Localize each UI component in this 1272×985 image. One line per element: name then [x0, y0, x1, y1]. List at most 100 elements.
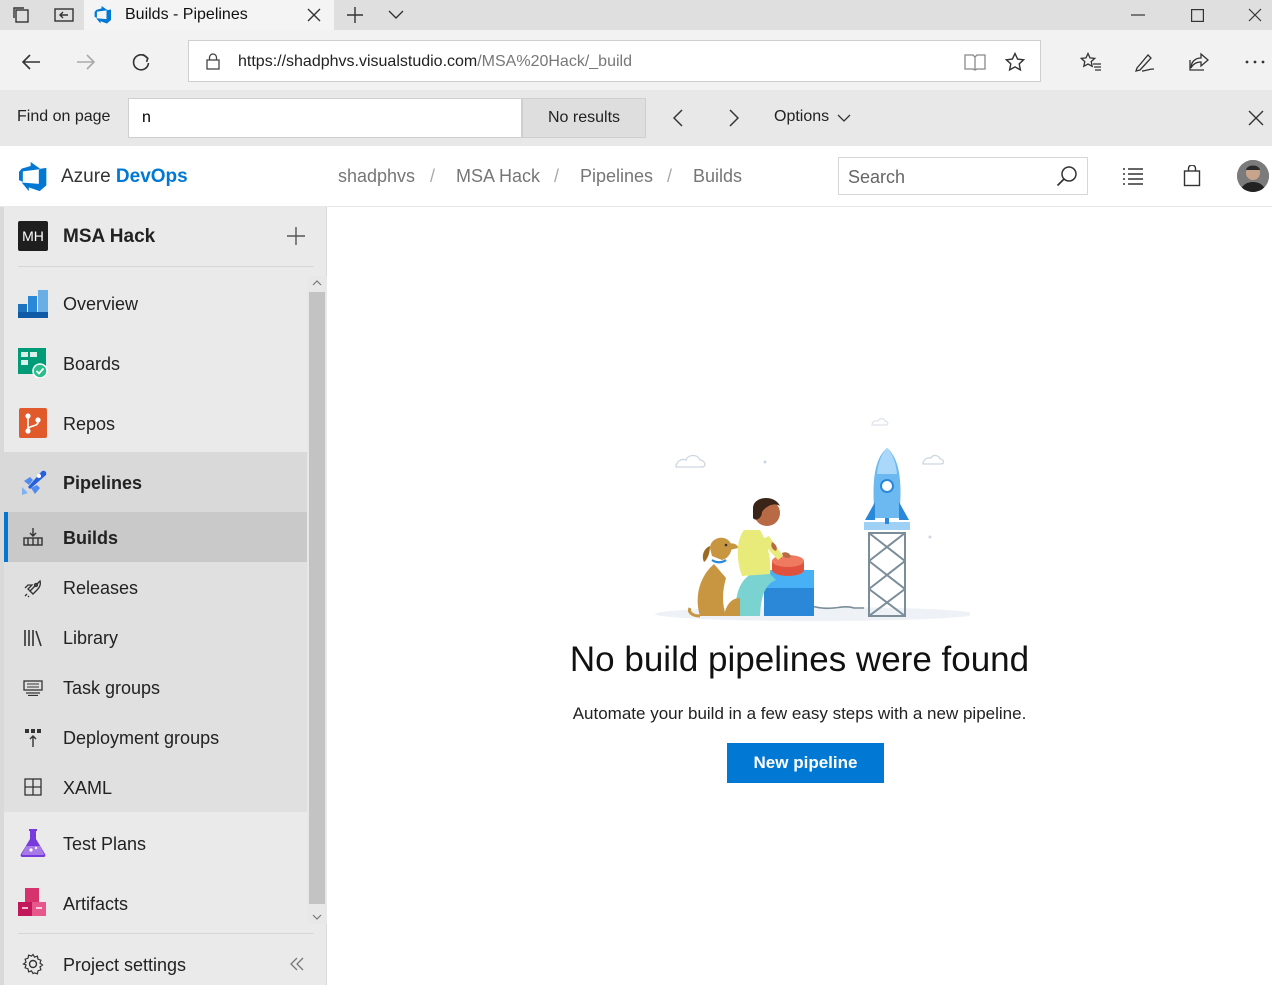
sidebar-item-label: Deployment groups [63, 728, 220, 748]
sidebar-divider [18, 266, 314, 267]
library-icon [21, 627, 45, 649]
sidebar-item-pipelines[interactable]: Pipelines [4, 452, 307, 512]
options-chevron-down-icon [836, 110, 852, 126]
breadcrumb-builds[interactable]: Builds [693, 166, 742, 187]
breadcrumb-separator: / [430, 166, 436, 186]
breadcrumb-project[interactable]: MSA Hack [456, 166, 540, 187]
more-options-ellipsis-icon[interactable] [1242, 50, 1268, 74]
find-on-page-label: Find on page [17, 108, 111, 125]
url-host: https://shadphvs.visualstudio.com [238, 53, 478, 70]
overview-icon [17, 288, 49, 320]
scroll-up-chevron-icon[interactable] [309, 276, 325, 290]
project-avatar: MH [18, 221, 48, 251]
sidebar-item-label: Boards [63, 354, 121, 374]
sidebar-item-label: Overview [63, 294, 139, 314]
sidebar-item-label: Repos [63, 414, 116, 434]
sidebar-item-library[interactable]: Library [4, 614, 307, 664]
share-icon[interactable] [1186, 50, 1212, 74]
find-input[interactable] [128, 98, 522, 138]
sidebar-item-label: Releases [63, 578, 139, 598]
project-name[interactable]: MSA Hack [63, 226, 155, 248]
close-tab-icon[interactable] [303, 4, 325, 26]
empty-state-illustration [640, 410, 970, 624]
artifacts-icon [17, 887, 49, 919]
breadcrumb-organization[interactable]: shadphvs [338, 166, 415, 187]
sidebar-item-label: Pipelines [63, 473, 143, 493]
add-icon[interactable] [285, 225, 307, 247]
sidebar-item-repos[interactable]: Repos [4, 396, 307, 452]
sidebar-item-releases[interactable]: Releases [4, 564, 307, 614]
brand-name[interactable]: Azure DevOps [61, 166, 188, 188]
sidebar-item-label: XAML [63, 778, 113, 798]
builds-icon [21, 526, 45, 548]
sidebar-scrollbar-thumb[interactable] [309, 292, 325, 904]
scroll-down-chevron-icon[interactable] [309, 910, 325, 924]
set-tabs-aside-icon[interactable] [52, 4, 76, 26]
test-plans-icon [17, 827, 49, 859]
sidebar-item-task-groups[interactable]: Task groups [4, 664, 307, 714]
repos-icon [17, 407, 49, 439]
lock-icon [204, 51, 222, 71]
new-tab-icon[interactable] [343, 4, 367, 26]
sidebar-item-builds[interactable]: Builds [4, 512, 307, 562]
sidebar-item-boards[interactable]: Boards [4, 336, 307, 392]
find-options-label: Options [774, 108, 830, 125]
azure-devops-logo-icon[interactable] [17, 162, 49, 192]
close-find-bar-icon[interactable] [1244, 106, 1268, 130]
forward-arrow-icon[interactable] [73, 50, 99, 74]
brand-prefix: Azure [61, 166, 111, 187]
breadcrumb-separator: / [667, 166, 673, 186]
sidebar-item-project-settings[interactable]: Project settings [4, 940, 307, 985]
boards-icon [17, 347, 49, 379]
task-groups-icon [21, 677, 45, 699]
find-previous-chevron-left-icon[interactable] [666, 106, 690, 130]
search-icon[interactable] [1055, 164, 1079, 188]
browser-tab-title: Builds - Pipelines [125, 6, 248, 23]
avatar[interactable] [1237, 160, 1269, 192]
tab-preview-chevron-down-icon[interactable] [384, 4, 408, 26]
sidebar-item-label: Project settings [63, 955, 187, 975]
add-notes-pen-icon[interactable] [1132, 50, 1158, 74]
azure-devops-favicon-icon [92, 5, 114, 25]
sidebar-item-deployment-groups[interactable]: Deployment groups [4, 714, 307, 764]
reading-view-icon[interactable] [962, 51, 988, 73]
deployment-groups-icon [21, 726, 45, 750]
sidebar-item-label: Builds [63, 528, 119, 548]
minimize-window-icon[interactable] [1126, 4, 1150, 26]
sidebar-item-artifacts[interactable]: Artifacts [4, 876, 307, 932]
sidebar-item-test-plans[interactable]: Test Plans [4, 816, 307, 872]
empty-state-title: No build pipelines were found [569, 640, 1030, 679]
close-window-icon[interactable] [1243, 4, 1267, 26]
sidebar-item-label: Task groups [63, 678, 161, 698]
tab-actions-icon[interactable] [10, 4, 32, 26]
gear-icon [21, 952, 45, 976]
brand-devops: DevOps [115, 166, 188, 187]
pipelines-icon [17, 466, 49, 498]
sidebar-item-overview[interactable]: Overview [4, 276, 307, 332]
empty-state-description: Automate your build in a few easy steps … [572, 704, 1027, 723]
sidebar-item-label: Test Plans [63, 834, 147, 854]
favorites-hub-icon[interactable] [1078, 50, 1104, 74]
work-items-list-icon[interactable] [1120, 164, 1146, 188]
find-next-chevron-right-icon[interactable] [722, 106, 746, 130]
find-options-button[interactable]: Options [774, 108, 829, 126]
url-path: /MSA%20Hack/_build [477, 53, 632, 70]
sidebar-item-label: Library [63, 628, 119, 648]
rocket-icon [21, 577, 45, 599]
collapse-sidebar-icon[interactable] [286, 953, 308, 975]
maximize-window-icon[interactable] [1185, 4, 1209, 26]
url-text: https://shadphvs.visualstudio.com/MSA%20… [238, 53, 632, 71]
xaml-grid-icon [21, 776, 45, 798]
sidebar-divider [18, 933, 314, 934]
sidebar-item-label: Artifacts [63, 894, 129, 914]
favorite-star-icon[interactable] [1002, 50, 1028, 74]
find-results-count: No results [522, 98, 646, 138]
refresh-icon[interactable] [128, 50, 154, 74]
search-input[interactable]: Search [838, 157, 1088, 195]
marketplace-bag-icon[interactable] [1180, 163, 1204, 189]
new-pipeline-button[interactable]: New pipeline [727, 743, 884, 783]
breadcrumb-separator: / [554, 166, 560, 186]
back-arrow-icon[interactable] [18, 50, 44, 74]
breadcrumb-pipelines[interactable]: Pipelines [580, 166, 653, 187]
sidebar-item-xaml[interactable]: XAML [4, 764, 307, 812]
